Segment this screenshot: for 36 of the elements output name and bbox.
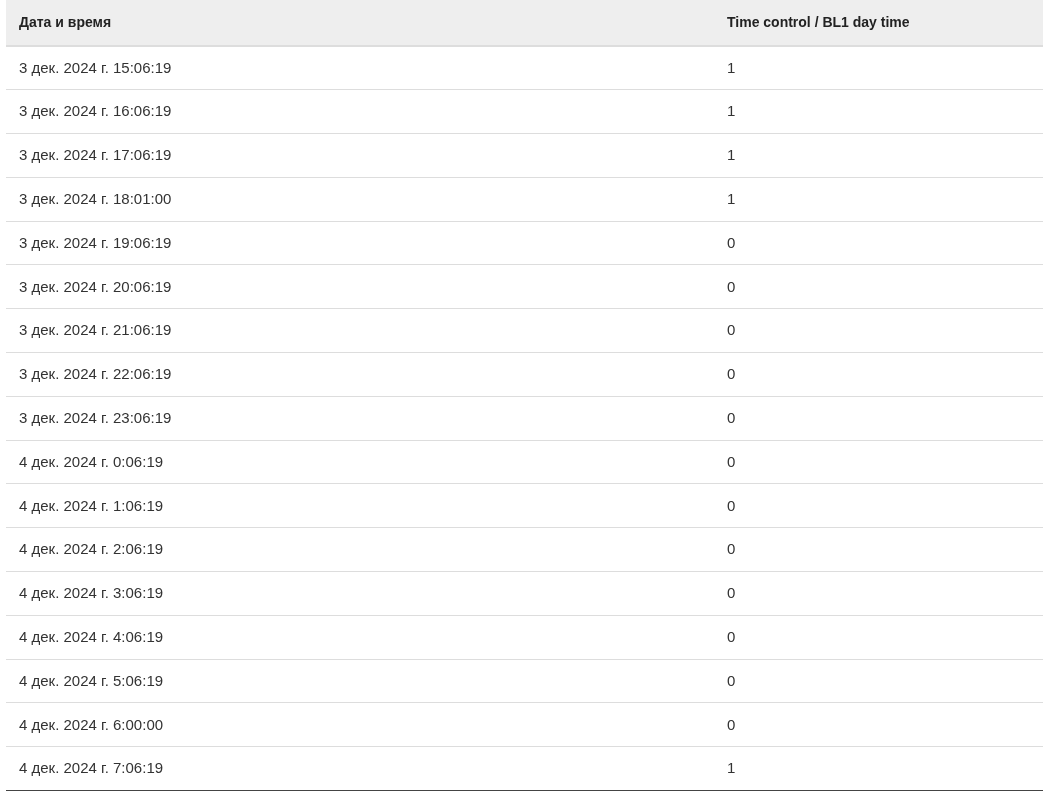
column-header: Time control / BL1 day time — [714, 0, 1043, 46]
table-cell: 4 дек. 2024 г. 6:00:00 — [6, 702, 714, 747]
table-cell: 0 — [714, 265, 1043, 309]
table-cell: 3 дек. 2024 г. 19:06:19 — [6, 221, 714, 265]
table-cell: 3 дек. 2024 г. 22:06:19 — [6, 352, 714, 397]
table-cell: 0 — [714, 659, 1043, 703]
table-cell: 0 — [714, 396, 1043, 441]
table-cell: 3 дек. 2024 г. 23:06:19 — [6, 396, 714, 441]
column-header: Дата и время — [6, 0, 714, 46]
table-cell: 0 — [714, 308, 1043, 353]
table-cell: 4 дек. 2024 г. 1:06:19 — [6, 483, 714, 528]
table-cell: 4 дек. 2024 г. 7:06:19 — [6, 746, 714, 791]
table-cell: 3 дек. 2024 г. 15:06:19 — [6, 46, 714, 90]
table-cell: 1 — [714, 746, 1043, 791]
table-cell: 4 дек. 2024 г. 2:06:19 — [6, 527, 714, 572]
table-cell: 0 — [714, 483, 1043, 528]
table-cell: 3 дек. 2024 г. 17:06:19 — [6, 133, 714, 178]
table-cell: 4 дек. 2024 г. 5:06:19 — [6, 659, 714, 703]
table-cell: 1 — [714, 133, 1043, 178]
table-cell: 0 — [714, 527, 1043, 572]
table-cell: 3 дек. 2024 г. 16:06:19 — [6, 89, 714, 134]
table-cell: 3 дек. 2024 г. 21:06:19 — [6, 308, 714, 353]
table-cell: 4 дек. 2024 г. 4:06:19 — [6, 615, 714, 660]
table-cell: 1 — [714, 89, 1043, 134]
table-cell: 0 — [714, 352, 1043, 397]
table-cell: 0 — [714, 615, 1043, 660]
table-cell: 0 — [714, 221, 1043, 265]
table-cell: 1 — [714, 46, 1043, 90]
table-cell: 0 — [714, 571, 1043, 616]
table-cell: 0 — [714, 702, 1043, 747]
table-cell: 4 дек. 2024 г. 3:06:19 — [6, 571, 714, 616]
table-cell: 1 — [714, 177, 1043, 222]
table-cell: 4 дек. 2024 г. 0:06:19 — [6, 440, 714, 484]
table-cell: 3 дек. 2024 г. 18:01:00 — [6, 177, 714, 222]
table-cell: 3 дек. 2024 г. 20:06:19 — [6, 265, 714, 309]
table-cell: 0 — [714, 440, 1043, 484]
